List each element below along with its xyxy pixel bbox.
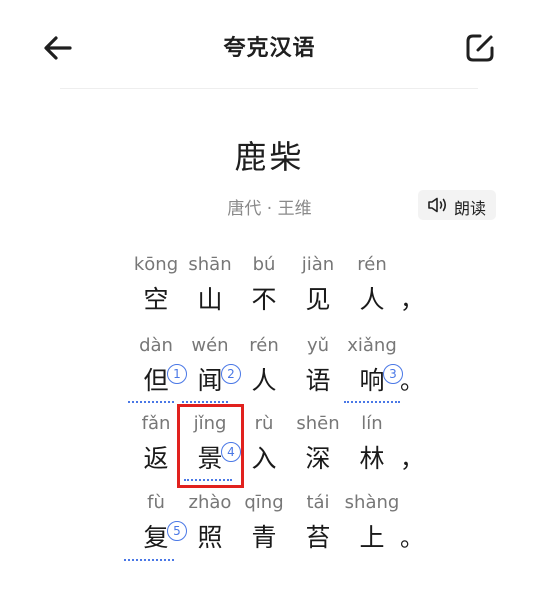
speaker-icon: [428, 197, 447, 213]
hanzi-char: 照: [197, 523, 223, 552]
header-divider: [60, 88, 478, 89]
read-aloud-button[interactable]: 朗读: [418, 190, 496, 220]
hanzi-char: 青: [251, 523, 277, 552]
annotation-underline: [182, 401, 228, 403]
hanzi-char: 不: [251, 285, 277, 314]
pinyin-label: shēn: [296, 413, 340, 434]
hanzi-char: 深: [305, 444, 331, 473]
punctuation: 。: [400, 367, 424, 395]
highlight-box: [177, 404, 244, 488]
poem-char-cell[interactable]: kōng 空: [126, 255, 186, 315]
punctuation: 。: [400, 524, 424, 552]
pinyin-label: wén: [191, 335, 229, 356]
hanzi-char: 见: [305, 285, 331, 314]
poem-char-cell[interactable]: rén 人: [342, 255, 402, 315]
pinyin-label: shàng: [344, 492, 400, 513]
pinyin-label: fù: [147, 492, 165, 513]
poem-char-cell[interactable]: rén 人: [234, 336, 294, 396]
poem-char-cell[interactable]: shēn 深: [288, 414, 348, 474]
hanzi-char: 林: [359, 444, 385, 473]
pinyin-label: rén: [249, 335, 279, 356]
annotation-underline: [344, 401, 400, 403]
edit-square-icon: [466, 34, 494, 62]
app-header: 夸克汉语: [0, 0, 539, 90]
poem-char-cell[interactable]: lín 林: [342, 414, 402, 474]
poem-char-cell[interactable]: bú 不: [234, 255, 294, 315]
hanzi-char: 上: [359, 523, 385, 552]
read-aloud-label: 朗读: [454, 199, 487, 218]
pinyin-label: jiàn: [301, 254, 335, 275]
annotation-underline: [124, 559, 174, 561]
punctuation: ，: [400, 445, 424, 473]
poem-char-cell[interactable]: shān 山: [180, 255, 240, 315]
poem-char-cell[interactable]: tái 苔: [288, 493, 348, 553]
edit-button[interactable]: [462, 30, 498, 66]
pinyin-label: zhào: [188, 492, 232, 513]
pinyin-label: kōng: [133, 254, 179, 275]
pinyin-label: qīng: [244, 492, 284, 513]
hanzi-char: 空: [143, 285, 169, 314]
pinyin-label: xiǎng: [347, 335, 397, 356]
punctuation: ，: [400, 286, 424, 314]
annotation-underline: [128, 401, 174, 403]
poem-title: 鹿柴: [234, 138, 305, 176]
pinyin-label: bú: [252, 254, 276, 275]
hanzi-char: 山: [197, 285, 223, 314]
pinyin-label: yǔ: [306, 335, 330, 356]
hanzi-char: 苔: [305, 523, 331, 552]
poem-char-cell[interactable]: yǔ 语: [288, 336, 348, 396]
hanzi-char: 人: [251, 366, 277, 395]
app-title: 夸克汉语: [223, 36, 316, 61]
poem-char-cell[interactable]: jiàn 见: [288, 255, 348, 315]
pinyin-label: lín: [361, 413, 383, 434]
pinyin-label: dàn: [139, 335, 173, 356]
hanzi-char: 人: [359, 285, 385, 314]
poem-char-cell[interactable]: shàng 上: [342, 493, 402, 553]
poem-char-cell[interactable]: zhào 照: [180, 493, 240, 553]
pinyin-label: tái: [306, 492, 330, 513]
pinyin-label: shān: [188, 254, 232, 275]
hanzi-char: 语: [305, 366, 331, 395]
pinyin-label: rén: [357, 254, 387, 275]
poem-char-cell[interactable]: qīng 青: [234, 493, 294, 553]
